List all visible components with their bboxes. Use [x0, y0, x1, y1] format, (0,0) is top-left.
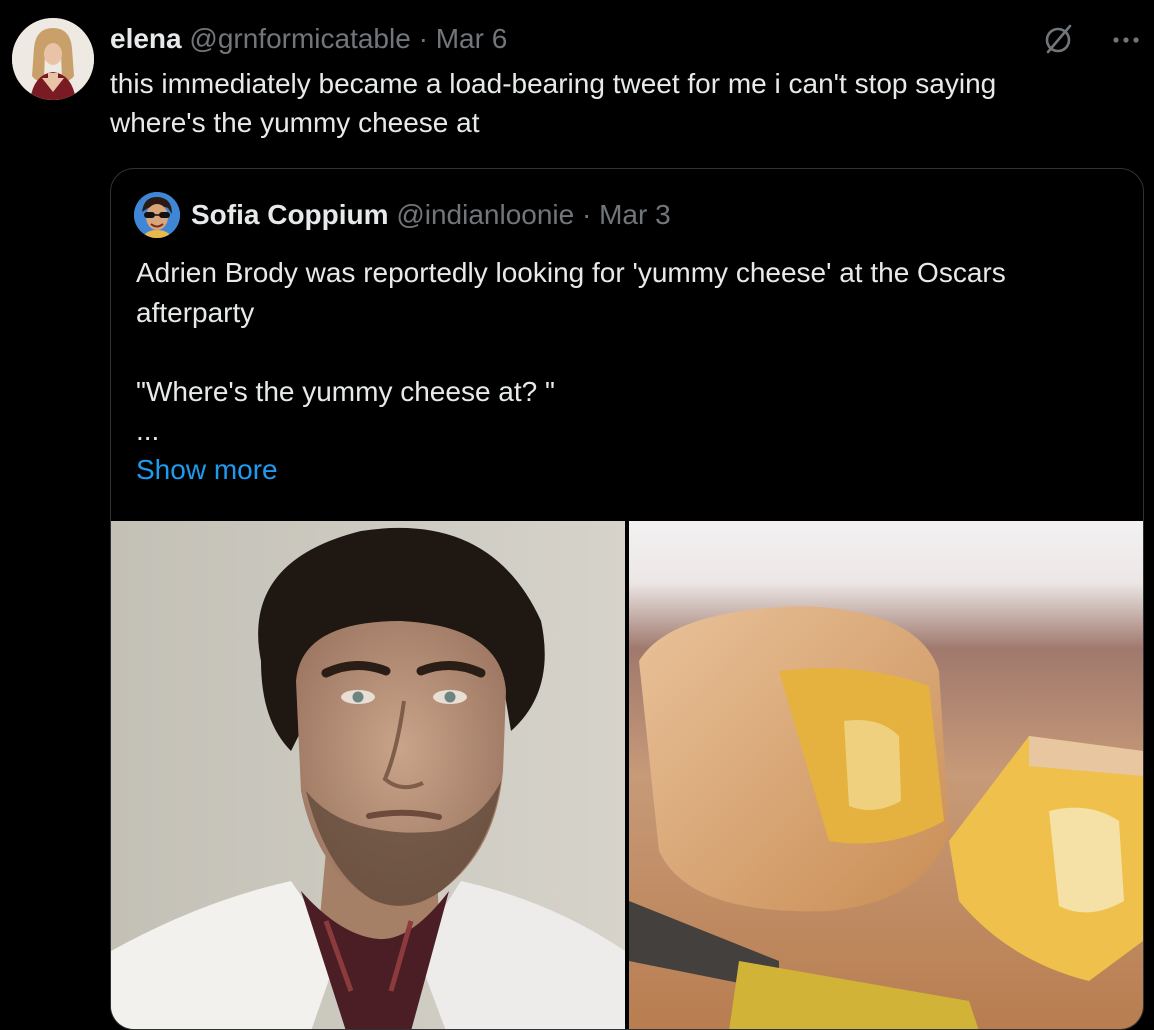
author-handle[interactable]: @grnformicatable: [189, 23, 410, 54]
separator-dot: ·: [582, 199, 592, 230]
tweet-text: this immediately became a load-bearing t…: [110, 64, 1130, 142]
tweet-text-line: where's the yummy cheese at: [110, 107, 480, 138]
tweet-text-line: this immediately became a load-bearing t…: [110, 68, 997, 99]
quote-author-name[interactable]: Sofia Coppium: [191, 199, 389, 230]
quote-date[interactable]: Mar 3: [599, 199, 671, 230]
grok-icon[interactable]: [1040, 22, 1076, 58]
portrait-photo[interactable]: [111, 521, 625, 1029]
quote-text-line: [136, 332, 1126, 372]
quote-text-line: afterparty: [136, 296, 255, 328]
cheese-photo[interactable]: [629, 521, 1143, 1029]
quote-text: Adrien Brody was reportedly looking for …: [136, 253, 1126, 451]
quote-author-handle[interactable]: @indianloonie: [396, 199, 574, 230]
show-more-link[interactable]: Show more: [136, 451, 278, 489]
tweet-date[interactable]: Mar 6: [436, 23, 508, 54]
quote-text-line: "Where's the yummy cheese at? ": [136, 375, 555, 407]
author-name[interactable]: elena: [110, 23, 182, 54]
more-icon[interactable]: [1108, 22, 1144, 58]
tweet[interactable]: elena @grnformicatable · Mar 6 this imme…: [0, 0, 1154, 1030]
quote-text-line: Adrien Brody was reportedly looking for …: [136, 257, 1006, 288]
media-grid: [111, 521, 1143, 1029]
separator-dot: ·: [418, 23, 428, 54]
quote-header: Sofia Coppium @indianloonie · Mar 3: [191, 198, 671, 232]
tweet-header: elena @grnformicatable · Mar 6: [110, 22, 507, 56]
quoted-tweet[interactable]: Sofia Coppium @indianloonie · Mar 3 Adri…: [110, 168, 1144, 1030]
author-avatar[interactable]: [12, 18, 94, 100]
quote-text-line: ...: [136, 415, 160, 446]
quote-author-avatar[interactable]: [134, 192, 180, 238]
